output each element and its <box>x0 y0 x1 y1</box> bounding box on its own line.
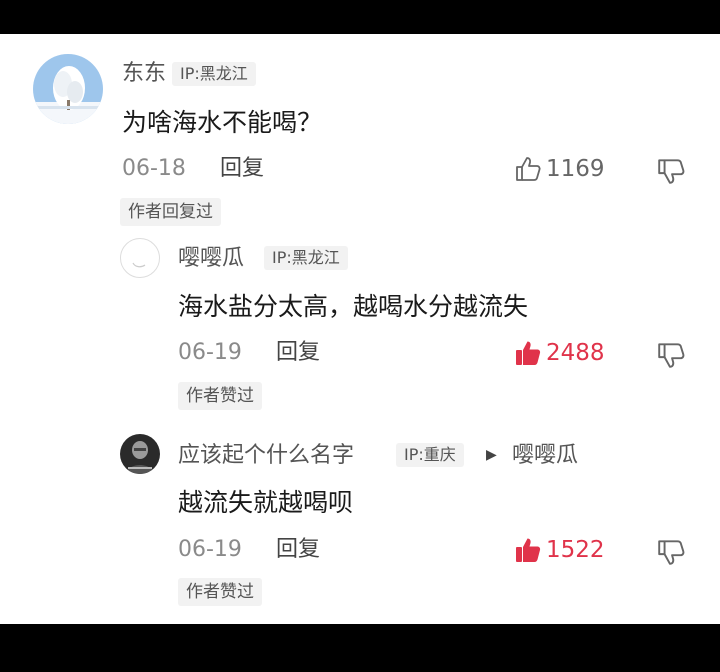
comment-date: 06-19 <box>178 340 242 365</box>
bottom-black-bar <box>0 624 720 672</box>
comment-section: 东东 IP:黑龙江 为啥海水不能喝？ 06-18 回复 1169 作者回复过 嘤… <box>0 34 720 624</box>
like-count: 1522 <box>546 536 605 563</box>
like-button[interactable]: 2488 <box>514 338 605 368</box>
reply-arrow-icon: ▶ <box>486 447 497 463</box>
avatar[interactable] <box>120 238 160 278</box>
author-name[interactable]: 应该起个什么名字 <box>178 445 354 467</box>
like-count: 1169 <box>546 155 605 182</box>
blank-circle-avatar-icon <box>132 262 146 268</box>
ip-location-badge: IP:黑龙江 <box>172 62 256 86</box>
like-button[interactable]: 1169 <box>514 154 605 184</box>
thumbs-down-icon[interactable] <box>656 537 686 567</box>
ip-location-badge: IP:重庆 <box>396 443 464 467</box>
thumbs-up-filled-icon <box>516 341 541 365</box>
author-name[interactable]: 嘤嘤瓜 <box>178 248 244 270</box>
author-liked-tag: 作者赞过 <box>178 578 262 606</box>
reply-button[interactable]: 回复 <box>276 342 320 364</box>
like-count: 2488 <box>546 339 605 366</box>
author-liked-tag: 作者赞过 <box>178 382 262 410</box>
comment-text[interactable]: 越流失就越喝呗 <box>178 490 353 515</box>
avatar[interactable] <box>120 434 160 474</box>
author-replied-tag: 作者回复过 <box>120 198 221 226</box>
comment-text[interactable]: 为啥海水不能喝？ <box>122 110 322 135</box>
portrait-avatar-icon <box>120 434 160 474</box>
thumbs-up-filled-icon <box>516 538 541 562</box>
author-name[interactable]: 东东 <box>122 63 166 85</box>
top-black-bar <box>0 0 720 34</box>
thumbs-down-icon[interactable] <box>656 340 686 370</box>
comment-date: 06-19 <box>178 537 242 562</box>
reply-button[interactable]: 回复 <box>220 158 264 180</box>
thumbs-up-outline-icon <box>516 157 541 181</box>
reply-target-name[interactable]: 嘤嘤瓜 <box>512 445 578 467</box>
reply-button[interactable]: 回复 <box>276 539 320 561</box>
like-button[interactable]: 1522 <box>514 535 605 565</box>
snowy-tree-avatar-icon <box>33 54 103 124</box>
comment-text[interactable]: 海水盐分太高，越喝水分越流失 <box>178 294 528 319</box>
ip-location-badge: IP:黑龙江 <box>264 246 348 270</box>
comment-date: 06-18 <box>122 156 186 181</box>
thumbs-down-icon[interactable] <box>656 156 686 186</box>
avatar[interactable] <box>33 54 103 124</box>
